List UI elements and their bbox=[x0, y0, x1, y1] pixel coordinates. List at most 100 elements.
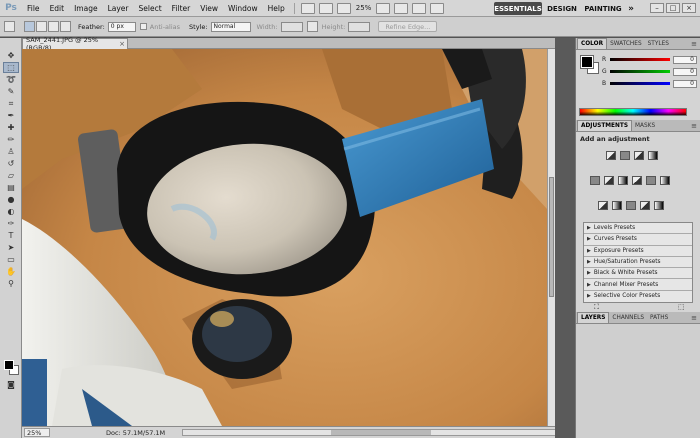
selective-color-icon[interactable] bbox=[654, 201, 664, 210]
mini-bridge-icon[interactable] bbox=[318, 2, 333, 14]
lasso-tool-icon[interactable]: ➰ bbox=[3, 74, 19, 85]
swap-dimensions-icon[interactable] bbox=[306, 21, 318, 32]
posterize-icon[interactable] bbox=[612, 201, 622, 210]
curves-icon[interactable] bbox=[634, 151, 644, 160]
workspace-essentials-button[interactable]: ESSENTIALS bbox=[494, 2, 542, 15]
height-input[interactable] bbox=[348, 21, 371, 32]
preset-exposure[interactable]: ▶ Exposure Presets bbox=[584, 246, 692, 257]
menu-window[interactable]: Window bbox=[223, 4, 263, 13]
quick-select-tool-icon[interactable]: ✎ bbox=[3, 86, 19, 97]
dodge-tool-icon[interactable]: ◐ bbox=[3, 206, 19, 217]
foreground-color-swatch[interactable] bbox=[4, 360, 14, 370]
channel-mixer-icon[interactable] bbox=[660, 176, 670, 185]
horizontal-scrollbar[interactable] bbox=[182, 429, 562, 436]
menu-filter[interactable]: Filter bbox=[167, 4, 196, 13]
quick-mask-icon[interactable]: ◙ bbox=[3, 379, 19, 390]
add-to-selection-icon[interactable] bbox=[36, 21, 47, 32]
menu-image[interactable]: Image bbox=[69, 4, 103, 13]
tab-swatches[interactable]: SWATCHES bbox=[607, 39, 645, 49]
gradient-map-icon[interactable] bbox=[640, 201, 650, 210]
green-value-input[interactable]: 0 bbox=[673, 67, 697, 76]
vertical-scrollbar[interactable] bbox=[547, 49, 555, 426]
tool-preset-picker[interactable] bbox=[4, 21, 15, 32]
green-slider[interactable] bbox=[610, 70, 670, 73]
vertical-scroll-thumb[interactable] bbox=[549, 177, 554, 297]
bridge-icon[interactable] bbox=[300, 2, 315, 14]
preset-hue-saturation[interactable]: ▶ Hue/Saturation Presets bbox=[584, 257, 692, 269]
preset-curves[interactable]: ▶ Curves Presets bbox=[584, 234, 692, 246]
document-canvas[interactable] bbox=[22, 49, 547, 426]
subtract-from-selection-icon[interactable] bbox=[48, 21, 59, 32]
path-selection-tool-icon[interactable]: ➤ bbox=[3, 242, 19, 253]
red-value-input[interactable]: 0 bbox=[673, 55, 697, 64]
brightness-contrast-icon[interactable] bbox=[606, 151, 616, 160]
red-slider[interactable] bbox=[610, 58, 670, 61]
antialias-checkbox[interactable] bbox=[139, 23, 147, 30]
horizontal-scroll-thumb[interactable] bbox=[331, 430, 431, 435]
tab-color[interactable]: COLOR bbox=[577, 38, 608, 49]
type-tool-icon[interactable]: T bbox=[3, 230, 19, 241]
color-foreground-swatch[interactable] bbox=[580, 55, 594, 69]
document-size-info[interactable]: Doc: 57.1M/57.1M bbox=[106, 429, 165, 437]
tab-masks[interactable]: MASKS bbox=[632, 121, 658, 131]
eyedropper-tool-icon[interactable]: ✒ bbox=[3, 110, 19, 121]
black-white-icon[interactable] bbox=[632, 176, 642, 185]
return-to-list-icon[interactable]: ⬚ bbox=[678, 303, 685, 311]
clip-to-layer-icon[interactable]: ⛶ bbox=[594, 303, 599, 312]
crop-tool-icon[interactable]: ⌗ bbox=[3, 98, 19, 109]
exposure-icon[interactable] bbox=[648, 151, 658, 160]
menu-layer[interactable]: Layer bbox=[103, 4, 134, 13]
blue-value-input[interactable]: 0 bbox=[673, 79, 697, 88]
menu-view[interactable]: View bbox=[195, 4, 223, 13]
menu-file[interactable]: File bbox=[22, 4, 45, 13]
tab-styles[interactable]: STYLES bbox=[645, 39, 672, 49]
new-selection-icon[interactable] bbox=[24, 21, 35, 32]
close-document-icon[interactable]: × bbox=[119, 40, 125, 48]
workspace-design-button[interactable]: DESIGN bbox=[546, 2, 578, 15]
arrange-documents-icon[interactable] bbox=[412, 2, 427, 14]
menu-edit[interactable]: Edit bbox=[45, 4, 70, 13]
history-brush-tool-icon[interactable]: ↺ bbox=[3, 158, 19, 169]
blue-slider[interactable] bbox=[610, 82, 670, 85]
menu-select[interactable]: Select bbox=[134, 4, 167, 13]
invert-icon[interactable] bbox=[598, 201, 608, 210]
vibrance-icon[interactable] bbox=[590, 176, 600, 185]
layers-menu-icon[interactable]: ≡ bbox=[691, 314, 697, 322]
workspace-more-button[interactable]: » bbox=[626, 2, 636, 15]
preset-black-white[interactable]: ▶ Black & White Presets bbox=[584, 268, 692, 280]
gradient-tool-icon[interactable]: ▤ bbox=[3, 182, 19, 193]
healing-brush-tool-icon[interactable]: ✚ bbox=[3, 122, 19, 133]
zoom-level[interactable]: 25% bbox=[356, 4, 372, 12]
minimize-button[interactable]: – bbox=[650, 3, 664, 13]
feather-input[interactable]: 0 px bbox=[107, 21, 136, 32]
close-button[interactable]: × bbox=[682, 3, 696, 13]
document-tab[interactable]: SAM_2441.JPG @ 25% (RGB/8) × bbox=[22, 36, 128, 52]
photo-filter-icon[interactable] bbox=[646, 176, 656, 185]
preset-levels[interactable]: ▶ Levels Presets bbox=[584, 223, 692, 235]
hand-tool-icon[interactable] bbox=[376, 2, 391, 14]
intersect-selection-icon[interactable] bbox=[60, 21, 71, 32]
rotate-view-icon[interactable] bbox=[394, 2, 409, 14]
width-input[interactable] bbox=[280, 21, 303, 32]
style-select[interactable]: Normal bbox=[210, 21, 251, 32]
pen-tool-icon[interactable]: ✑ bbox=[3, 218, 19, 229]
shape-tool-icon[interactable]: ▭ bbox=[3, 254, 19, 265]
hue-saturation-icon[interactable] bbox=[604, 176, 614, 185]
blur-tool-icon[interactable]: ● bbox=[3, 194, 19, 205]
view-extras-icon[interactable] bbox=[336, 2, 351, 14]
screen-mode-icon[interactable] bbox=[430, 2, 445, 14]
zoom-tool-icon[interactable]: ⚲ bbox=[3, 278, 19, 289]
refine-edge-button[interactable]: Refine Edge... bbox=[378, 21, 438, 32]
clone-stamp-tool-icon[interactable]: ♙ bbox=[3, 146, 19, 157]
preset-selective-color[interactable]: ▶ Selective Color Presets bbox=[584, 291, 692, 302]
marquee-tool-icon[interactable]: ⬚ bbox=[3, 62, 19, 73]
move-tool-icon[interactable]: ✥ bbox=[3, 50, 19, 61]
threshold-icon[interactable] bbox=[626, 201, 636, 210]
eraser-tool-icon[interactable]: ▱ bbox=[3, 170, 19, 181]
brush-tool-icon[interactable]: ✏ bbox=[3, 134, 19, 145]
adjustments-menu-icon[interactable]: ≡ bbox=[691, 122, 697, 130]
tab-paths[interactable]: PATHS bbox=[647, 313, 671, 323]
workspace-painting-button[interactable]: PAINTING bbox=[584, 2, 621, 15]
status-zoom-field[interactable]: 25% bbox=[24, 428, 50, 437]
tab-layers[interactable]: LAYERS bbox=[577, 312, 610, 323]
